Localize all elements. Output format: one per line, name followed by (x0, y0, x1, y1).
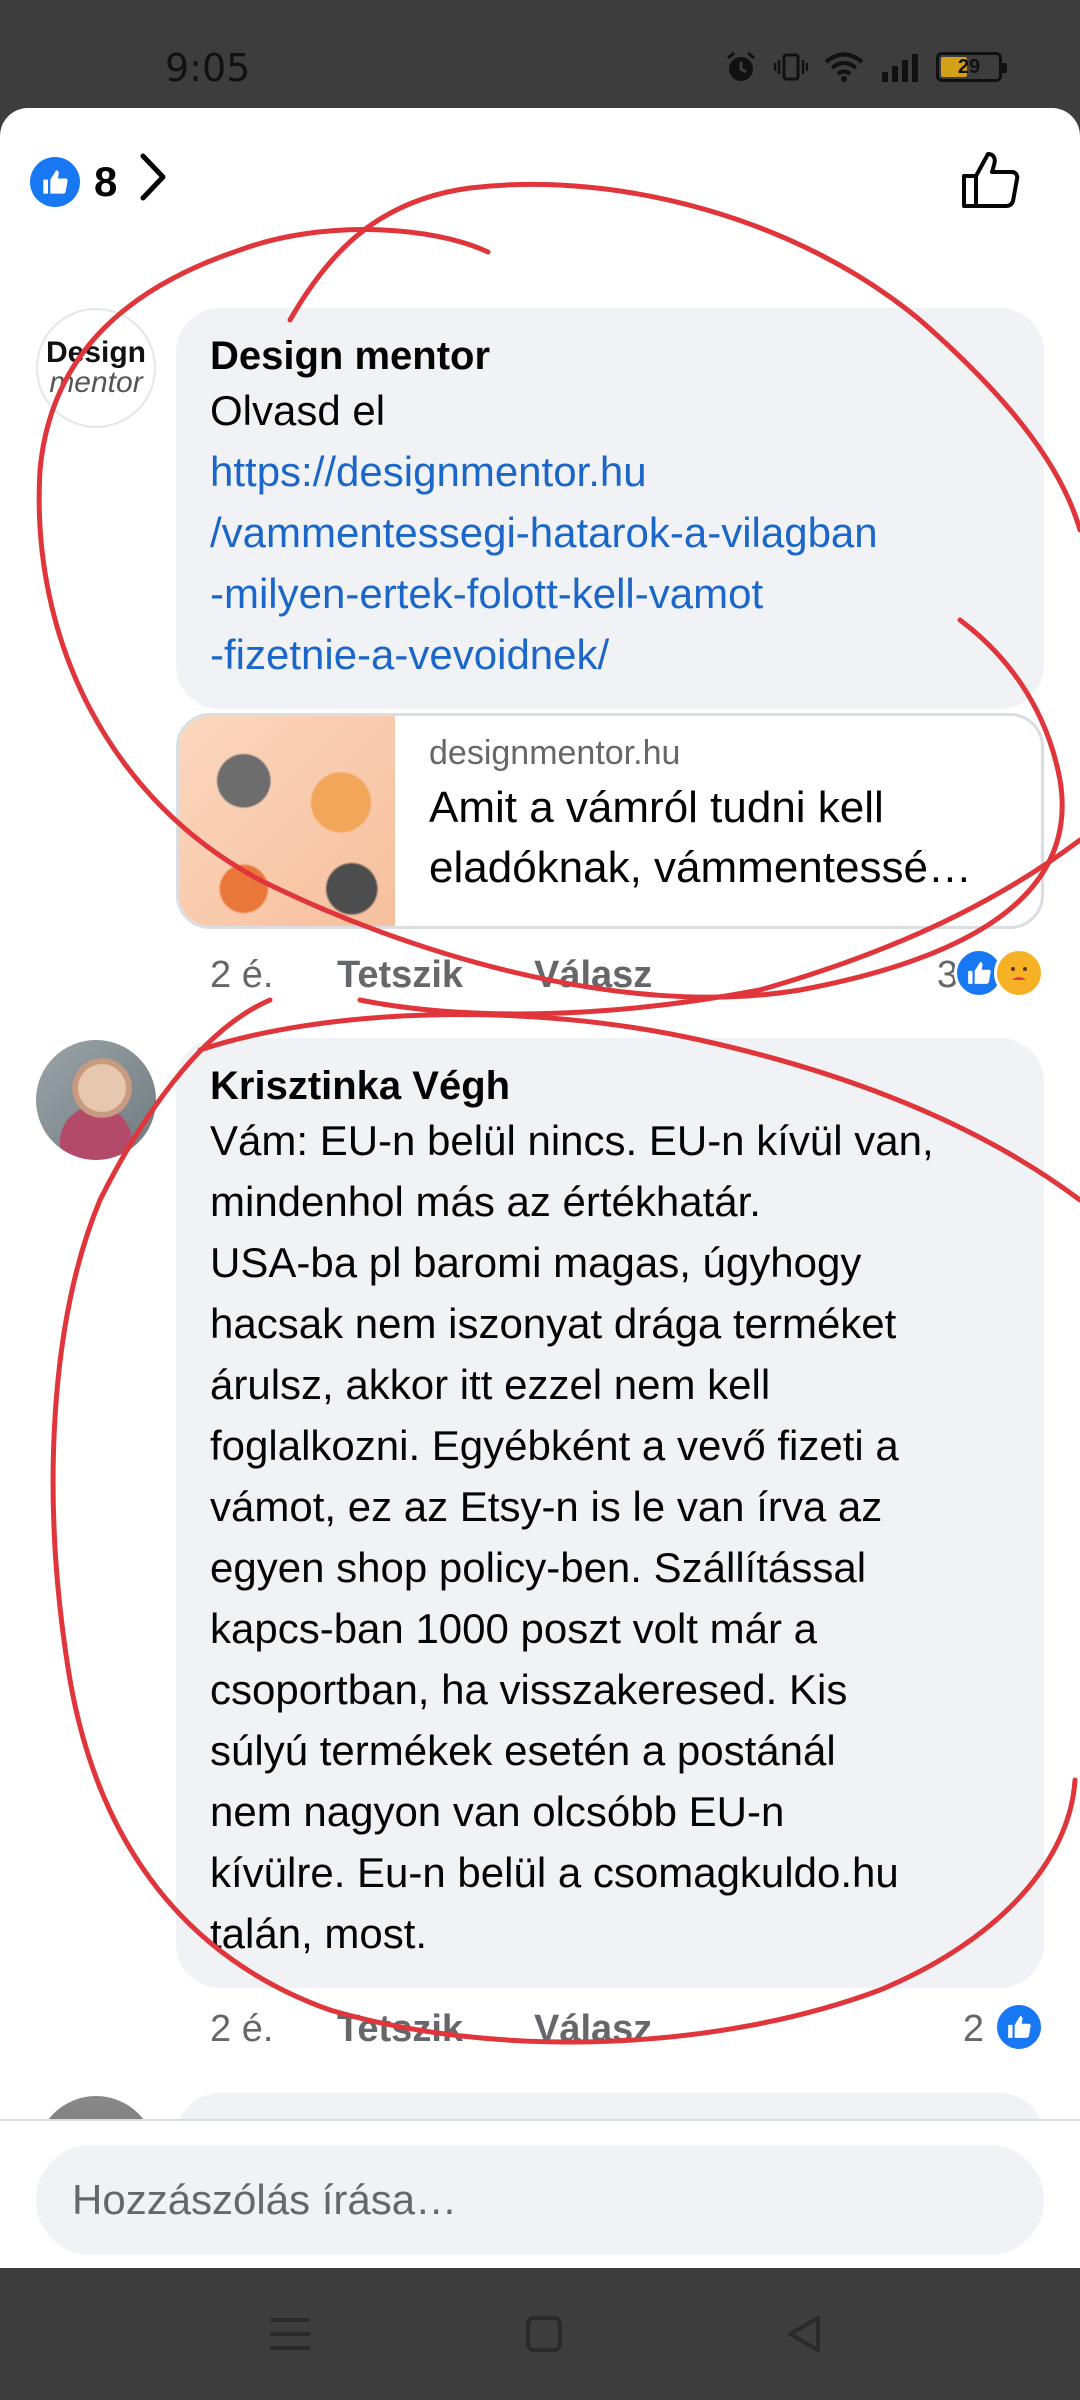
reply-button[interactable]: Válasz (534, 954, 652, 997)
back-icon[interactable] (784, 2314, 824, 2359)
navigation-bar (0, 2268, 1080, 2400)
like-outline-icon[interactable] (958, 148, 1022, 217)
link-preview-title: Amit a vámról tudni kell eladóknak, vámm… (429, 783, 972, 892)
avatar[interactable]: Design mentor (36, 308, 156, 428)
comments-sheet: 8 Design mentor Design mentor Olvasd el … (0, 108, 1080, 2268)
comment-input[interactable] (36, 2145, 1044, 2255)
reactions-summary[interactable]: 8 (30, 152, 167, 211)
care-icon (994, 948, 1044, 998)
status-time: 9:05 (165, 46, 251, 90)
like-icon (994, 2002, 1044, 2052)
like-button[interactable]: Tetszik (337, 2008, 463, 2051)
sheet-header: 8 (0, 108, 1080, 248)
comment-author[interactable]: Design mentor (210, 332, 1010, 380)
like-button[interactable]: Tetszik (337, 954, 463, 997)
comment-bubble[interactable]: Design mentor Olvasd el https://designme… (176, 308, 1044, 709)
comment-reactions[interactable] (994, 2002, 1044, 2052)
comment-author[interactable]: Krisztinka Végh (210, 1062, 1010, 1110)
comment-text: Olvasd el (210, 387, 386, 434)
link-preview-thumbnail (179, 716, 395, 926)
comment-actions: 2 é. Tetszik Válasz 2 (210, 2002, 1044, 2068)
like-icon (30, 156, 80, 207)
comment-composer (0, 2119, 1080, 2268)
reaction-count: 8 (94, 157, 118, 205)
vibrate-icon (774, 53, 808, 81)
comment-reaction-count[interactable]: 2 (963, 2008, 984, 2051)
avatar[interactable] (36, 1040, 156, 1160)
link-preview-domain: designmentor.hu (429, 734, 681, 772)
comment-actions: 2 é. Tetszik Válasz 3 (210, 948, 1044, 1014)
comment-time: 2 é. (210, 954, 274, 996)
comment-bubble[interactable]: Krisztinka Végh Vám: EU-n belül nincs. E… (176, 1038, 1044, 1988)
home-icon[interactable] (524, 2314, 564, 2359)
avatar-logo-text: Design (45, 336, 147, 369)
battery-level: 29 (957, 55, 981, 78)
chevron-right-icon (137, 152, 167, 211)
battery-icon: 29 (936, 52, 1007, 82)
comment-link[interactable]: https://designmentor.hu /vammentessegi-h… (210, 441, 1010, 685)
wifi-icon (824, 52, 864, 82)
signal-icon (882, 54, 918, 82)
link-preview-card[interactable]: designmentor.hu Amit a vámról tudni kell… (176, 713, 1044, 929)
avatar-logo-subtext: mentor (49, 366, 143, 399)
comment-reactions[interactable] (954, 948, 1044, 998)
comment-text: Vám: EU-n belül nincs. EU-n kívül van, m… (210, 1117, 934, 1957)
menu-icon[interactable] (268, 2314, 312, 2359)
alarm-icon (727, 51, 755, 81)
status-icons: 29 (724, 50, 1007, 84)
status-bar: 9:05 29 (0, 0, 1080, 108)
reply-button[interactable]: Válasz (534, 2008, 652, 2051)
comment-time: 2 é. (210, 2008, 274, 2050)
